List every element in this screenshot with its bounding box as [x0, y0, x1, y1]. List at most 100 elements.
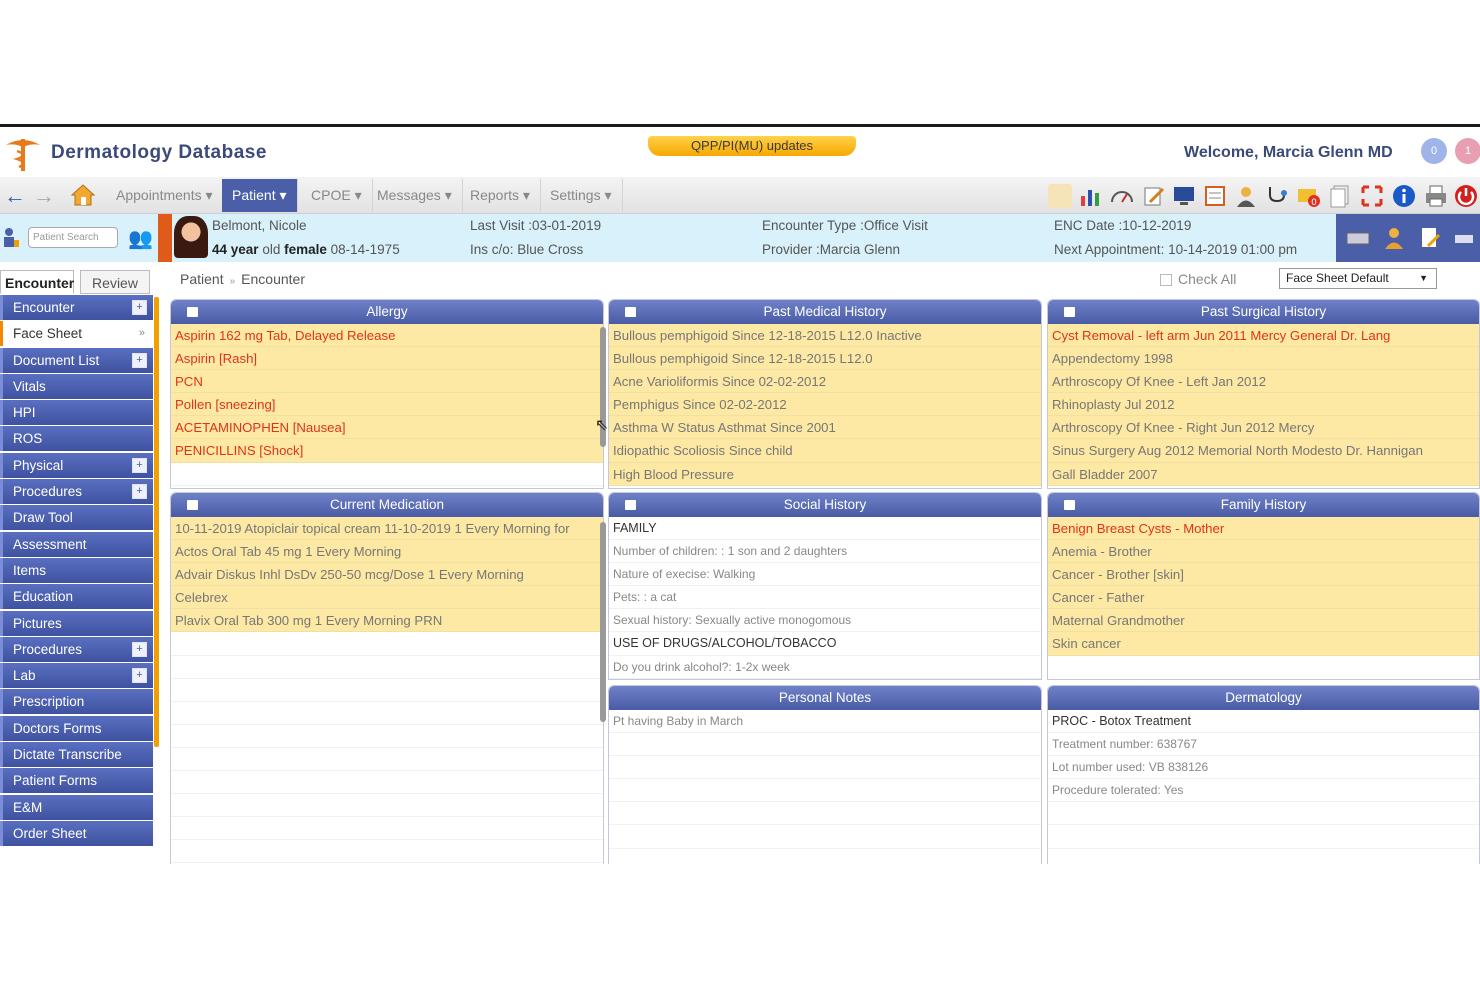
sidebar-item[interactable]: Lab + — [0, 663, 153, 689]
home-icon[interactable] — [70, 183, 96, 207]
breadcrumb-patient[interactable]: Patient — [180, 271, 224, 287]
note-icon[interactable] — [1048, 184, 1072, 208]
list-item[interactable]: Cyst Removal - left arm Jun 2011 Mercy G… — [1048, 324, 1479, 348]
collapse-icon[interactable] — [1064, 500, 1075, 510]
sidebar-item[interactable]: Order Sheet — [0, 820, 153, 846]
list-item[interactable]: Sinus Surgery Aug 2012 Memorial North Mo… — [1048, 439, 1479, 463]
sidebar-item[interactable]: Vitals — [0, 373, 153, 399]
list-item[interactable]: Procedure tolerated: Yes — [1048, 779, 1479, 803]
list-item[interactable]: Arthroscopy Of Knee - Left Jan 2012 — [1048, 370, 1479, 394]
sidebar-item[interactable]: Education — [0, 584, 153, 610]
face-sheet-select[interactable]: Face Sheet Default ▼ — [1279, 268, 1437, 289]
list-item[interactable]: USE OF DRUGS/ALCOHOL/TOBACCO — [609, 632, 1041, 656]
transfer-icon[interactable] — [1452, 226, 1476, 250]
forward-arrow-icon[interactable]: → — [33, 183, 55, 209]
list-item[interactable]: Anemia - Brother — [1048, 540, 1479, 564]
list-item[interactable]: Rhinoplasty Jul 2012 — [1048, 393, 1479, 417]
list-item[interactable]: Pt having Baby in March — [609, 710, 1041, 734]
list-item[interactable]: Lot number used: VB 838126 — [1048, 756, 1479, 780]
check-all[interactable]: Check All — [1160, 271, 1236, 287]
bar-chart-icon[interactable] — [1078, 184, 1102, 208]
list-item[interactable]: FAMILY — [609, 517, 1041, 541]
collapse-icon[interactable] — [625, 500, 636, 510]
list-item[interactable]: PCN — [171, 370, 603, 394]
expand-plus-icon[interactable]: + — [132, 641, 147, 657]
gauge-icon[interactable] — [1110, 184, 1134, 208]
sidebar-item[interactable]: Pictures — [0, 610, 153, 636]
sidebar-item[interactable]: Encounter + — [0, 295, 153, 320]
list-item[interactable]: Maternal Grandmother — [1048, 609, 1479, 633]
list-item[interactable]: PENICILLINS [Shock] — [171, 439, 603, 463]
sidebar-item[interactable]: Items — [0, 557, 153, 583]
patient-search-input[interactable]: Patient Search — [28, 227, 118, 248]
print-icon[interactable] — [1424, 184, 1448, 208]
tab-encounter[interactable]: Encounter — [0, 270, 74, 294]
list-item[interactable]: Pemphigus Since 02-02-2012 — [609, 393, 1041, 417]
sidebar-item[interactable]: Procedures + — [0, 636, 153, 662]
document-edit-icon[interactable] — [1418, 226, 1442, 250]
sidebar-item[interactable]: Procedures + — [0, 479, 153, 505]
menu-messages[interactable]: Messages ▾ — [367, 179, 463, 212]
sidebar-item[interactable]: Assessment — [0, 531, 153, 557]
sidebar-item[interactable]: Document List + — [0, 347, 153, 373]
sidebar-item[interactable]: Prescription — [0, 689, 153, 715]
list-item[interactable]: Number of children: : 1 son and 2 daught… — [609, 540, 1041, 564]
patient-group-icon[interactable]: 👥 — [128, 226, 153, 251]
list-item[interactable]: Bullous pemphigoid Since 12-18-2015 L12.… — [609, 324, 1041, 348]
list-item[interactable]: PROC - Botox Treatment — [1048, 710, 1479, 734]
user-icon[interactable] — [1234, 184, 1258, 208]
expand-plus-icon[interactable]: + — [132, 484, 147, 500]
list-item[interactable]: Plavix Oral Tab 300 mg 1 Every Morning P… — [171, 609, 603, 633]
list-item[interactable]: Cancer - Father — [1048, 586, 1479, 610]
sidebar-item[interactable]: Dictate Transcribe — [0, 742, 153, 768]
list-item[interactable]: Appendectomy 1998 — [1048, 347, 1479, 371]
list-item[interactable]: Cancer - Brother [skin] — [1048, 563, 1479, 587]
expand-plus-icon[interactable]: + — [132, 457, 147, 473]
list-item[interactable]: Pets: : a cat — [609, 586, 1041, 610]
list-item[interactable]: Do you drink alcohol?: 1-2x week — [609, 656, 1041, 679]
edit-icon[interactable] — [1142, 184, 1166, 208]
list-item[interactable]: Skin cancer — [1048, 632, 1479, 656]
list-item[interactable]: Celebrex — [171, 586, 603, 610]
patient-list-icon[interactable] — [2, 226, 20, 248]
list-item[interactable]: Asthma W Status Asthmat Since 2001 — [609, 416, 1041, 440]
form-icon[interactable] — [1203, 184, 1227, 208]
notification-badge[interactable]: 0 — [1421, 138, 1447, 164]
list-item[interactable]: Aspirin [Rash] — [171, 347, 603, 371]
info-icon[interactable] — [1392, 184, 1416, 208]
mail-alert-icon[interactable]: 0 — [1296, 184, 1320, 208]
collapse-icon[interactable] — [187, 500, 198, 510]
list-item[interactable]: Gall Bladder 2007 — [1048, 462, 1479, 486]
list-item[interactable]: Actos Oral Tab 45 mg 1 Every Morning — [171, 540, 603, 564]
sidebar-scrollbar[interactable] — [154, 297, 159, 747]
list-item[interactable]: Pollen [sneezing] — [171, 393, 603, 417]
list-item[interactable]: Aspirin 162 mg Tab, Delayed Release — [171, 324, 603, 348]
document-copy-icon[interactable] — [1328, 184, 1352, 208]
list-item[interactable]: 10-11-2019 Atopiclair topical cream 11-1… — [171, 517, 603, 541]
menu-reports[interactable]: Reports ▾ — [460, 179, 541, 212]
back-arrow-icon[interactable]: ← — [4, 183, 26, 209]
expand-plus-icon[interactable]: + — [132, 668, 147, 684]
sidebar-item[interactable]: ROS — [0, 426, 153, 452]
list-item[interactable]: Nature of execise: Walking — [609, 563, 1041, 587]
check-all-checkbox[interactable] — [1160, 274, 1172, 287]
collapse-icon[interactable] — [187, 307, 198, 317]
list-item[interactable]: Arthroscopy Of Knee - Right Jun 2012 Mer… — [1048, 416, 1479, 440]
sidebar-item[interactable]: Draw Tool — [0, 505, 153, 531]
sidebar-item[interactable]: Patient Forms — [0, 768, 153, 794]
expand-plus-icon[interactable]: + — [132, 300, 147, 315]
sidebar-item[interactable]: HPI — [0, 400, 153, 426]
qpp-updates-button[interactable]: QPP/PI(MU) updates — [648, 136, 856, 156]
list-item[interactable]: High Blood Pressure — [609, 462, 1041, 486]
expand-plus-icon[interactable]: + — [132, 352, 147, 368]
sidebar-item[interactable]: Physical + — [0, 452, 153, 478]
sidebar-item[interactable]: Face Sheet » — [0, 321, 153, 347]
list-item[interactable]: ACETAMINOPHEN [Nausea] — [171, 416, 603, 440]
sidebar-item[interactable]: E&M — [0, 794, 153, 820]
monitor-icon[interactable] — [1172, 184, 1196, 208]
stethoscope-icon[interactable] — [1265, 184, 1289, 208]
collapse-icon[interactable] — [1064, 307, 1075, 317]
power-icon[interactable] — [1454, 184, 1478, 208]
list-item[interactable]: Treatment number: 638767 — [1048, 733, 1479, 757]
doctor-icon[interactable] — [1382, 226, 1406, 250]
